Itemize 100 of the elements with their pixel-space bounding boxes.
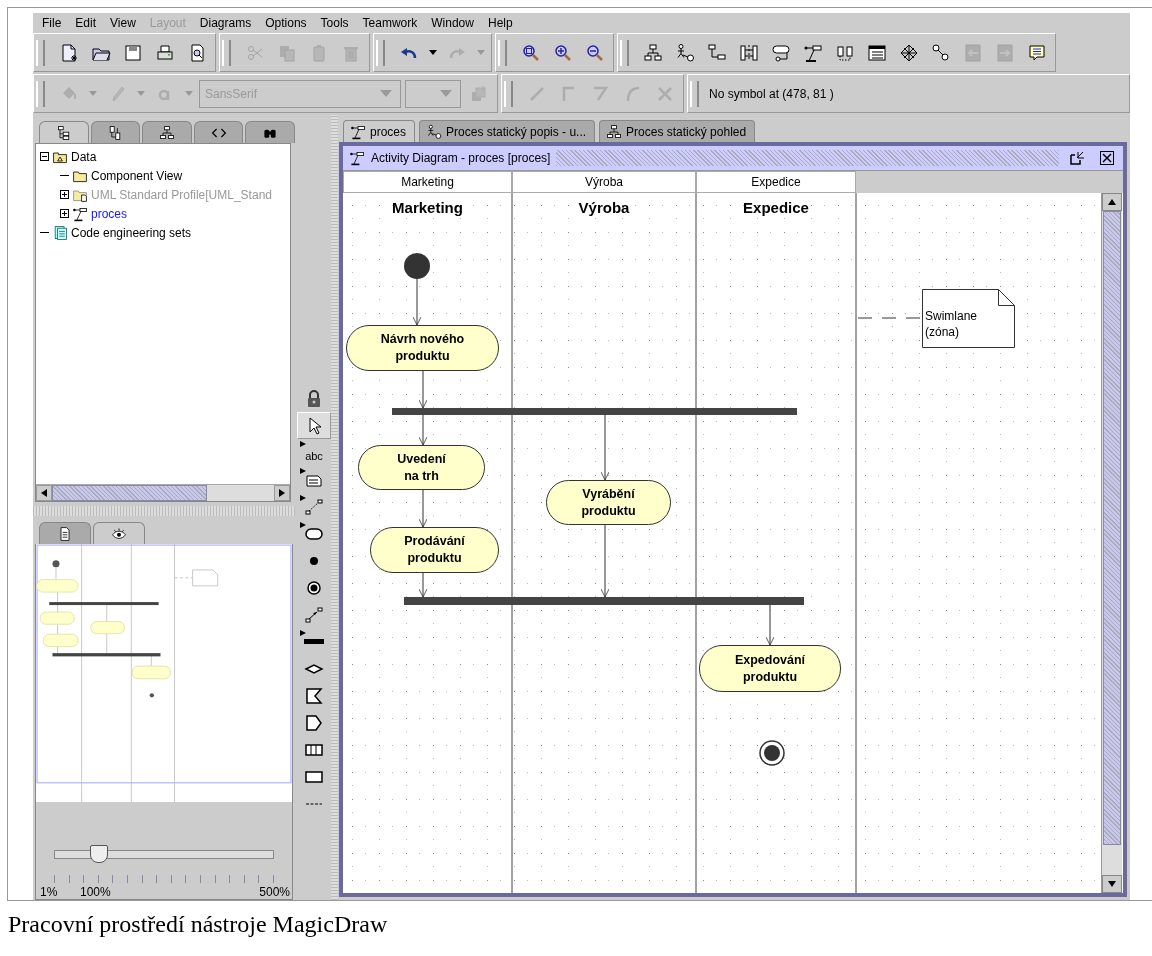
separator-icon: [304, 802, 324, 805]
initial-node: [404, 253, 430, 279]
tree-item[interactable]: Data: [71, 149, 97, 164]
browser-tab[interactable]: [39, 121, 89, 143]
web-icon: [899, 42, 919, 63]
diagram-tab[interactable]: Proces statický pohled: [599, 120, 756, 142]
swimlane-title: Expedice: [743, 199, 809, 216]
hierarchy-icon: [159, 124, 175, 141]
menu-item[interactable]: Diagrams: [192, 16, 259, 30]
note-icon: [1027, 42, 1047, 63]
document-icon: [57, 525, 73, 542]
text-tool[interactable]: abc: [297, 439, 331, 466]
close-icon: [1099, 150, 1115, 166]
caret-icon: [89, 91, 97, 96]
zoom-label: 100%: [80, 885, 111, 899]
swimlane-header[interactable]: Expedice: [696, 171, 856, 193]
tree-item[interactable]: Code engineering sets: [71, 225, 192, 240]
palette-tool[interactable]: [297, 412, 331, 439]
caret-icon: [429, 50, 437, 55]
browser-tab[interactable]: [142, 121, 192, 143]
final-node: [759, 740, 785, 766]
transition-icon: [304, 604, 324, 625]
hierarchy-icon: [606, 123, 623, 140]
action-node: Návrh nového produktu: [346, 325, 499, 371]
toolbar-grip[interactable]: [498, 39, 507, 66]
figure-caption: Pracovní prostředí nástroje MagicDraw: [7, 910, 389, 938]
toolbar-grip[interactable]: [36, 80, 45, 107]
linked-circles-icon: [931, 42, 951, 63]
toolbar-grip[interactable]: [504, 80, 513, 107]
scroll-right-icon[interactable]: [279, 489, 285, 498]
horizontal-scrollbar[interactable]: [36, 484, 290, 502]
menu-item[interactable]: View: [103, 16, 143, 30]
expander-icon[interactable]: [60, 209, 69, 218]
scroll-up-icon[interactable]: [1108, 199, 1116, 205]
printer-icon: [155, 42, 175, 63]
expander-icon[interactable]: [40, 152, 49, 161]
zoom-slider[interactable]: [54, 845, 274, 863]
zoom-label: 500%: [259, 885, 290, 899]
caret-icon: [440, 90, 452, 97]
comment-note: Swimlane (zóna): [922, 289, 1015, 348]
diagram-tab[interactable]: proces: [343, 120, 416, 142]
toolbar-grip[interactable]: [36, 39, 45, 66]
hierarchy-icon: [643, 42, 663, 63]
title-bar-grip[interactable]: [556, 150, 1059, 166]
forward-icon: [995, 42, 1015, 63]
action-node: Expedování produktu: [699, 645, 841, 692]
eye-icon: [111, 525, 127, 542]
menu-item[interactable]: Tools: [313, 16, 356, 30]
toolbar-grip[interactable]: [222, 39, 231, 66]
tree-item[interactable]: proces: [91, 206, 128, 221]
new-file-icon: [59, 42, 79, 63]
activity-icon: [350, 123, 366, 140]
menu-item[interactable]: Help: [480, 16, 520, 30]
actor-icon: [675, 42, 695, 63]
menu-item[interactable]: Window: [424, 16, 481, 30]
vertical-scrollbar[interactable]: [1101, 193, 1122, 893]
swimlane-header[interactable]: Marketing: [343, 171, 512, 193]
synchronization-bar-icon: [304, 639, 324, 644]
actor-icon: [426, 123, 443, 140]
zoom-in-icon: [553, 42, 573, 63]
slider-thumb[interactable]: [90, 845, 108, 863]
anchor-line: [857, 317, 923, 319]
expander-icon[interactable]: [60, 190, 69, 199]
browser-tab[interactable]: [245, 121, 295, 143]
scroll-down-icon[interactable]: [1108, 881, 1116, 887]
connected-boxes-icon: [707, 42, 727, 63]
diagram-tab[interactable]: Proces statický popis - u...: [419, 120, 596, 142]
panel-tab[interactable]: [93, 522, 145, 544]
toolbar-grip[interactable]: [690, 80, 699, 107]
anchor-line-icon: [304, 496, 324, 517]
signal-send-icon: [304, 712, 324, 733]
status-text: No symbol at (478, 81 ): [709, 86, 834, 101]
save-icon: [123, 42, 143, 63]
toolbar-grip[interactable]: [620, 39, 629, 66]
undock-icon: [1069, 150, 1085, 166]
caret-icon: [137, 91, 145, 96]
sequence-icon: [739, 42, 759, 63]
menu-item[interactable]: Teamwork: [355, 16, 425, 30]
activity-icon: [72, 205, 88, 222]
swimlane-title: Marketing: [392, 199, 463, 216]
state-icon: [771, 42, 791, 63]
scroll-left-icon[interactable]: [41, 489, 47, 498]
swimlane-title: Výroba: [578, 199, 630, 216]
browser-tab[interactable]: [193, 121, 244, 143]
swimlane-header[interactable]: Výroba: [512, 171, 696, 193]
caret-icon: [380, 90, 392, 97]
menu-item[interactable]: File: [35, 16, 69, 30]
activity-icon: [349, 150, 365, 166]
menu-item[interactable]: Options: [258, 16, 314, 30]
zoom-label: 1%: [40, 885, 58, 899]
zoom-out-icon: [585, 42, 605, 63]
menu-item[interactable]: Edit: [68, 16, 104, 30]
diagram-title: Activity Diagram - proces [proces]: [371, 151, 551, 165]
caret-icon: [477, 50, 485, 55]
tree-view-icon: [55, 124, 72, 141]
caret-icon: [185, 91, 193, 96]
toolbar-grip[interactable]: [376, 39, 385, 66]
magnifier-icon: [521, 42, 541, 63]
panel-tab[interactable]: [39, 522, 91, 544]
tree-item[interactable]: Component View: [91, 168, 183, 183]
